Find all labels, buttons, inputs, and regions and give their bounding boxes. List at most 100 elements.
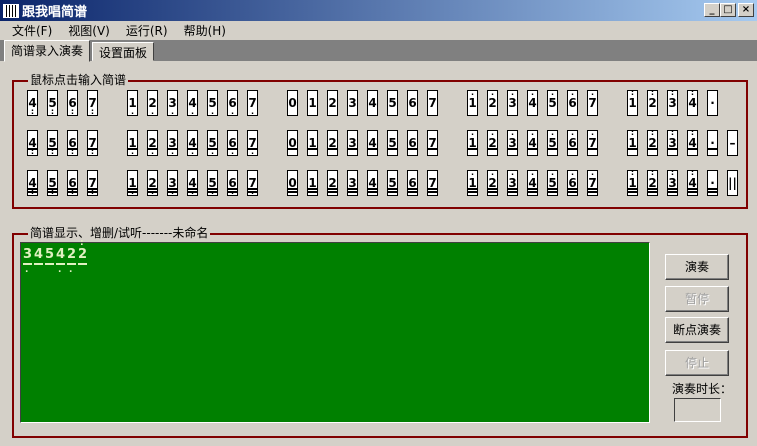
note-key-high-1-eighth[interactable]: 4. [527,129,538,156]
note-key-low-1-sixteenth[interactable]: 7. [247,170,258,196]
note-key-low-2-sixteenth[interactable]: 4: [27,170,38,196]
note-key-middle-sixteenth[interactable]: 6 [407,170,418,196]
note-key-low-2-quarter[interactable]: 7: [87,90,98,116]
menu-file[interactable]: 文件(F) [4,22,60,39]
note-key-high-2-eighth[interactable]: 3: [667,129,678,156]
display-note[interactable]: 5 [45,247,54,265]
note-key-high-1-quarter[interactable]: 3. [507,89,518,116]
note-key-low-1-quarter[interactable]: 3. [167,90,178,116]
note-key-low-1-quarter[interactable]: 7. [247,90,258,116]
note-key-middle-quarter[interactable]: 2 [327,90,338,116]
symbol-key[interactable]: · [707,170,718,196]
note-key-high-2-sixteenth[interactable]: 1: [627,169,638,196]
note-key-high-1-quarter[interactable]: 2. [487,89,498,116]
note-key-low-1-eighth[interactable]: 7. [247,130,258,156]
note-key-high-1-sixteenth[interactable]: 6. [567,169,578,196]
note-key-middle-quarter[interactable]: 0 [287,90,298,116]
note-key-middle-sixteenth[interactable]: 4 [367,170,378,196]
note-key-high-1-quarter[interactable]: 1. [467,89,478,116]
note-key-low-1-eighth[interactable]: 1. [127,130,138,156]
note-key-middle-quarter[interactable]: 6 [407,90,418,116]
note-key-high-1-sixteenth[interactable]: 5. [547,169,558,196]
note-key-high-1-quarter[interactable]: 5. [547,89,558,116]
tab-settings[interactable]: 设置面板 [92,42,155,61]
note-key-low-1-sixteenth[interactable]: 3. [167,170,178,196]
note-key-middle-sixteenth[interactable]: 7 [427,170,438,196]
note-key-high-1-quarter[interactable]: 7. [587,89,598,116]
note-key-middle-eighth[interactable]: 4 [367,130,378,156]
note-key-high-2-sixteenth[interactable]: 4: [687,169,698,196]
note-key-middle-eighth[interactable]: 5 [387,130,398,156]
note-key-high-2-eighth[interactable]: 4: [687,129,698,156]
note-key-low-1-eighth[interactable]: 6. [227,130,238,156]
note-key-middle-sixteenth[interactable]: 5 [387,170,398,196]
note-key-low-1-quarter[interactable]: 6. [227,90,238,116]
play-button[interactable]: 演奏 [665,254,729,280]
note-key-high-1-eighth[interactable]: 3. [507,129,518,156]
note-key-middle-sixteenth[interactable]: 0 [287,170,298,196]
note-key-low-2-sixteenth[interactable]: 6: [67,170,78,196]
note-key-middle-sixteenth[interactable]: 1 [307,170,318,196]
note-key-high-1-sixteenth[interactable]: 7. [587,169,598,196]
note-key-low-2-eighth[interactable]: 5: [47,130,58,156]
note-key-high-2-eighth[interactable]: 2: [647,129,658,156]
note-key-high-1-sixteenth[interactable]: 3. [507,169,518,196]
menu-view[interactable]: 视图(V) [60,22,118,39]
note-key-middle-eighth[interactable]: 0 [287,130,298,156]
note-key-low-1-eighth[interactable]: 5. [207,130,218,156]
note-key-middle-eighth[interactable]: 3 [347,130,358,156]
breakpoint-play-button[interactable]: 断点演奏 [665,317,729,343]
tab-score-entry[interactable]: 简谱录入演奏 [4,40,91,62]
note-key-high-1-sixteenth[interactable]: 2. [487,169,498,196]
note-key-low-1-quarter[interactable]: 4. [187,90,198,116]
note-key-low-2-eighth[interactable]: 6: [67,130,78,156]
note-key-high-2-sixteenth[interactable]: 3: [667,169,678,196]
note-key-low-2-eighth[interactable]: 7: [87,130,98,156]
note-key-high-2-quarter[interactable]: 2: [647,89,658,116]
minimize-button[interactable]: _ [704,3,720,17]
note-key-middle-eighth[interactable]: 7 [427,130,438,156]
note-key-low-1-sixteenth[interactable]: 1. [127,170,138,196]
note-key-low-2-eighth[interactable]: 4: [27,130,38,156]
menu-help[interactable]: 帮助(H) [176,22,234,39]
note-key-middle-eighth[interactable]: 6 [407,130,418,156]
note-key-low-1-quarter[interactable]: 5. [207,90,218,116]
maximize-button[interactable]: □ [720,3,736,17]
note-key-low-1-eighth[interactable]: 3. [167,130,178,156]
note-key-low-2-quarter[interactable]: 4: [27,90,38,116]
note-key-high-2-sixteenth[interactable]: 2: [647,169,658,196]
note-key-low-1-sixteenth[interactable]: 6. [227,170,238,196]
note-key-middle-eighth[interactable]: 2 [327,130,338,156]
display-note[interactable]: 3 [23,247,32,265]
note-key-high-1-eighth[interactable]: 6. [567,129,578,156]
note-key-low-1-sixteenth[interactable]: 5. [207,170,218,196]
note-key-middle-quarter[interactable]: 7 [427,90,438,116]
note-key-low-1-sixteenth[interactable]: 4. [187,170,198,196]
symbol-key[interactable]: – [727,130,738,156]
note-key-low-1-quarter[interactable]: 1. [127,90,138,116]
note-key-high-1-sixteenth[interactable]: 1. [467,169,478,196]
note-key-high-2-quarter[interactable]: 4: [687,89,698,116]
symbol-key[interactable]: || [727,170,738,196]
note-key-low-2-sixteenth[interactable]: 5: [47,170,58,196]
note-key-high-2-quarter[interactable]: 1: [627,89,638,116]
score-display[interactable]: 3.454.2.2: [20,238,650,423]
display-note[interactable]: 4 [56,247,65,265]
note-key-high-1-eighth[interactable]: 1. [467,129,478,156]
note-key-high-1-eighth[interactable]: 5. [547,129,558,156]
note-key-middle-quarter[interactable]: 5 [387,90,398,116]
note-key-low-1-eighth[interactable]: 2. [147,130,158,156]
note-key-middle-sixteenth[interactable]: 3 [347,170,358,196]
note-key-high-2-quarter[interactable]: 3: [667,89,678,116]
note-key-middle-sixteenth[interactable]: 2 [327,170,338,196]
note-key-high-1-eighth[interactable]: 2. [487,129,498,156]
stop-button[interactable]: 停止 [665,350,729,376]
note-key-high-1-sixteenth[interactable]: 4. [527,169,538,196]
note-key-low-2-quarter[interactable]: 6: [67,90,78,116]
note-key-high-2-eighth[interactable]: 1: [627,129,638,156]
close-button[interactable]: × [738,3,754,17]
note-key-low-1-eighth[interactable]: 4. [187,130,198,156]
note-key-high-1-eighth[interactable]: 7. [587,129,598,156]
note-key-middle-quarter[interactable]: 4 [367,90,378,116]
note-key-low-1-sixteenth[interactable]: 2. [147,170,158,196]
